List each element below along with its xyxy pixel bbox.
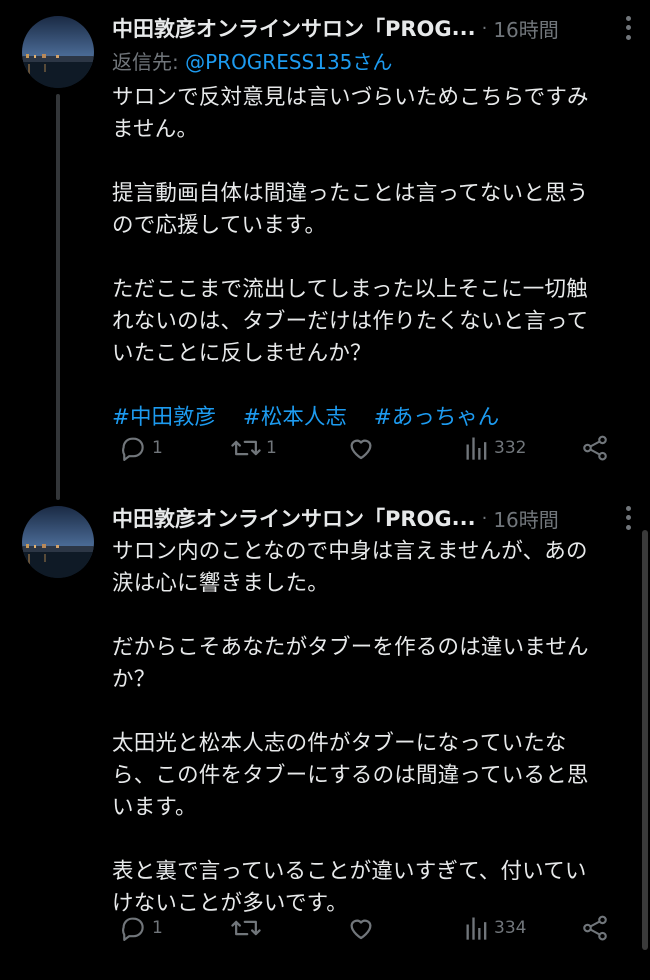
more-icon[interactable] [618, 504, 638, 532]
timestamp[interactable]: 16時間 [493, 504, 558, 533]
tweet-content: 中田敦彦オンラインサロン「PROG... · 16時間 返信先: @PROGRE… [112, 10, 630, 434]
retweet-button[interactable] [230, 913, 266, 943]
tweet-text: サロンで反対意見は言いづらいためこちらですみ ません。 提言動画自体は間違ったこ… [112, 85, 589, 366]
retweet-count: 1 [266, 438, 277, 458]
thread-line [56, 94, 60, 500]
share-button[interactable] [580, 433, 610, 463]
reply-to-handle[interactable]: @PROGRESS135さん [185, 50, 392, 74]
author-name-ellipsis: ... [451, 506, 476, 530]
retweet-button[interactable]: 1 [230, 433, 277, 463]
reply-count: 1 [152, 918, 163, 938]
separator: · [481, 17, 488, 39]
separator: · [481, 507, 488, 529]
author-name[interactable]: 中田敦彦オンラインサロン「PROG [112, 503, 452, 533]
share-icon [583, 915, 607, 941]
hashtag-link[interactable]: #中田敦彦 [112, 405, 216, 430]
reply-button[interactable]: 1 [118, 913, 163, 943]
view-count: 334 [494, 918, 527, 938]
retweet-icon [231, 440, 261, 456]
tweet-content: 中田敦彦オンラインサロン「PROG... · 16時間 サロン内のことなので中身… [112, 500, 630, 920]
reply-count: 1 [152, 438, 163, 458]
views-button[interactable]: 334 [464, 914, 526, 942]
like-button[interactable] [346, 913, 380, 943]
retweet-icon [231, 920, 261, 936]
view-count: 332 [494, 438, 527, 458]
timestamp[interactable]: 16時間 [493, 14, 558, 43]
tweet-header: 中田敦彦オンラインサロン「PROG... · 16時間 [112, 500, 630, 536]
tweet[interactable]: 中田敦彦オンラインサロン「PROG... · 16時間 サロン内のことなので中身… [0, 490, 650, 980]
action-bar: 1 1 332 [112, 430, 610, 466]
author-name-ellipsis: ... [451, 16, 476, 40]
views-icon [466, 437, 487, 460]
avatar[interactable] [22, 16, 94, 88]
reply-icon [122, 437, 144, 461]
like-button[interactable] [346, 433, 380, 463]
share-icon [583, 435, 607, 461]
action-bar: 1 334 [112, 910, 610, 946]
more-icon[interactable] [618, 14, 638, 42]
tweet-text: サロン内のことなので中身は言えませんが、あの 涙は心に響きました。 だからこそあ… [112, 539, 589, 916]
avatar[interactable] [22, 506, 94, 578]
reply-to-label: 返信先: [112, 50, 186, 74]
heart-icon [350, 919, 372, 940]
views-icon [466, 917, 487, 940]
scrollbar[interactable] [642, 530, 648, 950]
reply-button[interactable]: 1 [118, 433, 163, 463]
heart-icon [350, 439, 372, 460]
hashtag-link[interactable]: #あっちゃん [374, 405, 500, 430]
views-button[interactable]: 332 [464, 434, 526, 462]
reply-to: 返信先: @PROGRESS135さん [112, 46, 630, 78]
hashtag-link[interactable]: #松本人志 [243, 405, 347, 430]
author-name[interactable]: 中田敦彦オンラインサロン「PROG [112, 13, 452, 43]
share-button[interactable] [580, 913, 610, 943]
tweet[interactable]: 中田敦彦オンラインサロン「PROG... · 16時間 返信先: @PROGRE… [0, 0, 650, 500]
tweet-header: 中田敦彦オンラインサロン「PROG... · 16時間 [112, 10, 630, 46]
reply-icon [122, 917, 144, 941]
